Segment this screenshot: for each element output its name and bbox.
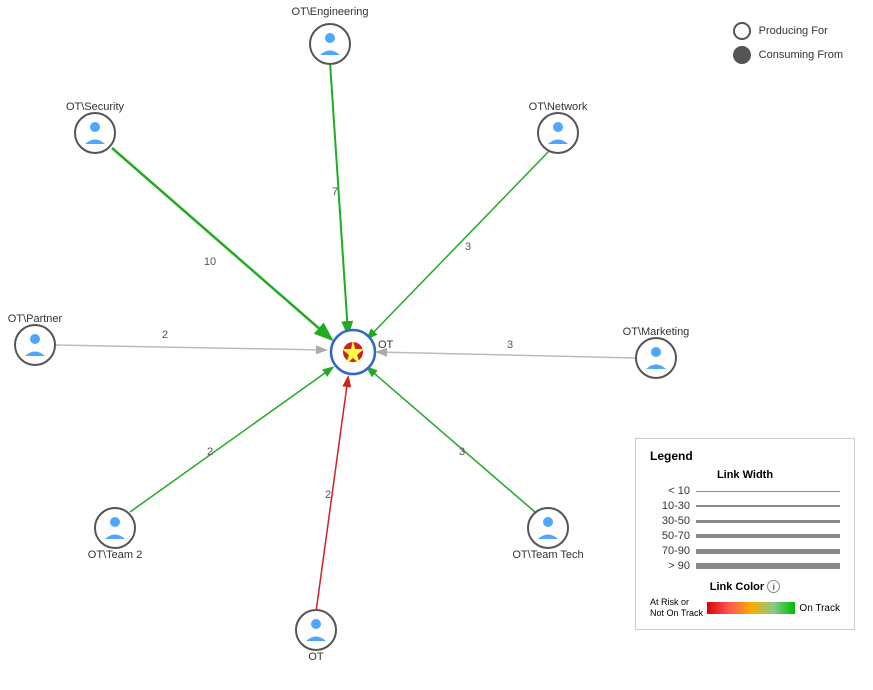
legend-box: Legend Link Width < 10 10-30 30-50 50-70… xyxy=(635,438,855,630)
edge-label-engineering: 7 xyxy=(332,186,338,198)
node-ot-bottom-head xyxy=(311,619,321,629)
color-left-label: At Risk orNot On Track xyxy=(650,597,703,619)
lw-line-1 xyxy=(696,491,840,492)
lw-line-3 xyxy=(696,520,840,523)
lw-row-3: 30-50 xyxy=(650,515,840,527)
color-bar xyxy=(707,602,795,614)
lw-label-1: < 10 xyxy=(650,485,690,497)
edge-network-ot xyxy=(368,148,552,338)
edge-label-security: 10 xyxy=(204,256,216,268)
lw-label-4: 50-70 xyxy=(650,530,690,542)
edge-label-network: 3 xyxy=(465,241,471,253)
node-ot-bottom[interactable] xyxy=(296,610,336,650)
node-ot-security[interactable] xyxy=(75,113,115,153)
consuming-from-label: Consuming From xyxy=(759,49,843,61)
color-bar-row: At Risk orNot On Track On Track xyxy=(650,597,840,619)
lw-label-6: > 90 xyxy=(650,560,690,572)
lw-row-4: 50-70 xyxy=(650,530,840,542)
node-ot-teamtech-head xyxy=(543,517,553,527)
node-ot-security-head xyxy=(90,122,100,132)
lw-label-2: 10-30 xyxy=(650,500,690,512)
lw-label-5: 70-90 xyxy=(650,545,690,557)
node-ot-network-label: OT\Network xyxy=(529,101,588,113)
node-ot-bottom-label: OT xyxy=(308,651,324,663)
node-ot-engineering-head xyxy=(325,33,335,43)
edge-ot-bottom-ot xyxy=(316,378,348,612)
node-ot-marketing-label: OT\Marketing xyxy=(623,326,690,338)
edge-label-marketing: 3 xyxy=(507,339,513,351)
node-ot-engineering[interactable] xyxy=(310,24,350,64)
top-legend: Producing For Consuming From xyxy=(733,22,843,64)
edge-label-partner: 2 xyxy=(162,329,168,341)
info-icon[interactable]: i xyxy=(767,580,780,593)
lw-row-6: > 90 xyxy=(650,560,840,572)
node-ot-team2-label: OT\Team 2 xyxy=(88,549,142,561)
edge-label-team2: 2 xyxy=(207,446,213,458)
color-right-label: On Track xyxy=(799,603,840,614)
edge-security-ot xyxy=(112,148,330,338)
legend-link-width-title: Link Width xyxy=(650,469,840,481)
lw-line-2 xyxy=(696,505,840,507)
edge-label-ot-bottom: 2 xyxy=(325,489,331,501)
lw-line-4 xyxy=(696,534,840,538)
edge-teamtech-ot xyxy=(368,368,535,512)
node-ot-team2[interactable] xyxy=(95,508,135,548)
node-ot-partner-head xyxy=(30,334,40,344)
consuming-from-icon xyxy=(733,46,751,64)
edge-label-teamtech: 3 xyxy=(459,446,465,458)
lw-label-3: 30-50 xyxy=(650,515,690,527)
consuming-from-legend: Consuming From xyxy=(733,46,843,64)
producing-for-legend: Producing For xyxy=(733,22,843,40)
node-ot-engineering-label: OT\Engineering xyxy=(291,6,368,18)
node-ot-team2-head xyxy=(110,517,120,527)
lw-line-6 xyxy=(696,563,840,569)
lw-row-2: 10-30 xyxy=(650,500,840,512)
node-ot-teamtech-label: OT\Team Tech xyxy=(512,549,583,561)
lw-row-1: < 10 xyxy=(650,485,840,497)
edge-team2-ot xyxy=(130,368,332,512)
producing-for-label: Producing For xyxy=(759,25,828,37)
legend-link-color-title: Link Color i xyxy=(650,580,840,593)
lw-row-5: 70-90 xyxy=(650,545,840,557)
node-ot-teamtech[interactable] xyxy=(528,508,568,548)
node-ot-partner-label: OT\Partner xyxy=(8,313,63,325)
node-ot-security-label: OT\Security xyxy=(66,101,125,113)
producing-for-icon xyxy=(733,22,751,40)
node-ot-partner[interactable] xyxy=(15,325,55,365)
node-ot-marketing[interactable] xyxy=(636,338,676,378)
lw-line-5 xyxy=(696,549,840,554)
legend-title: Legend xyxy=(650,449,840,463)
node-ot-label: OT xyxy=(378,339,394,351)
edge-partner-ot xyxy=(55,345,325,350)
node-ot-network[interactable] xyxy=(538,113,578,153)
node-ot-network-head xyxy=(553,122,563,132)
node-ot-marketing-head xyxy=(651,347,661,357)
edge-marketing-ot xyxy=(378,352,638,358)
